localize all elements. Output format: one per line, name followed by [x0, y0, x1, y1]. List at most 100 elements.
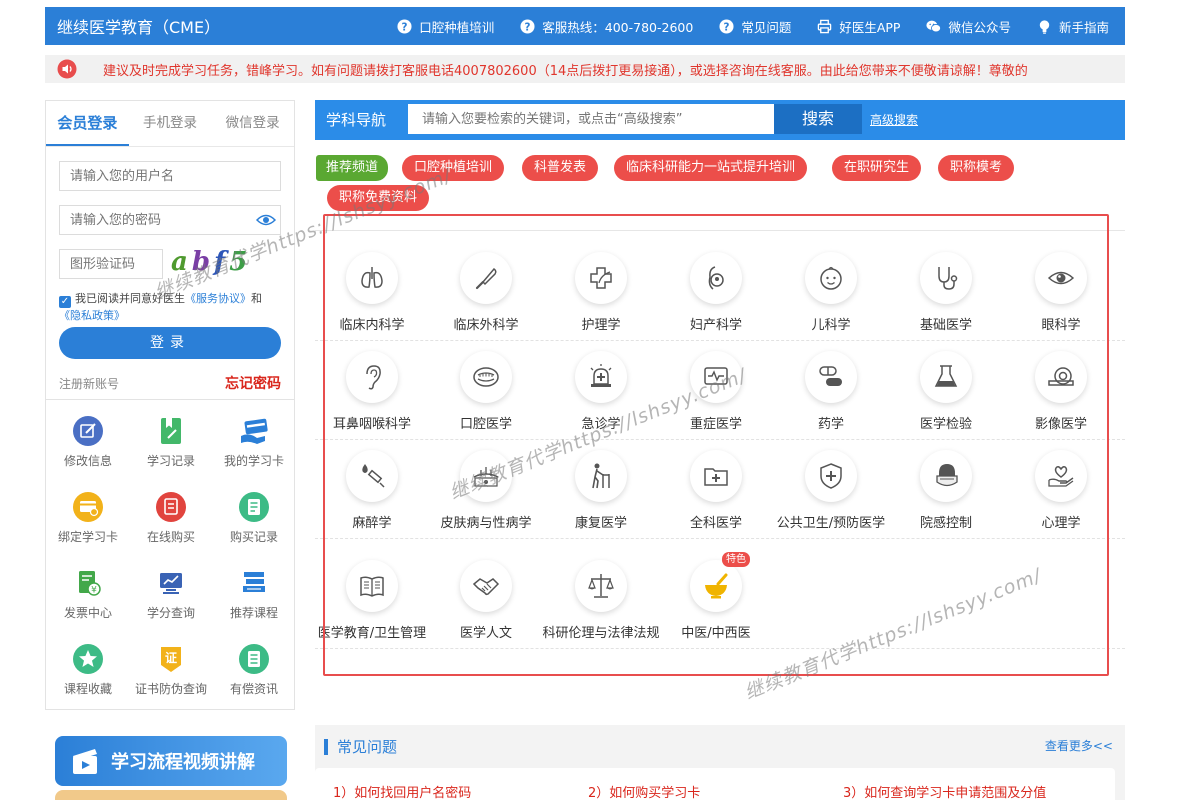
faq-item[interactable]: 2）如何购买学习卡 — [588, 782, 700, 800]
func-label: 修改信息 — [63, 454, 112, 468]
video-tutorial-banner[interactable]: 学习流程视频讲解 — [55, 736, 287, 786]
books-icon — [243, 572, 265, 592]
func-bind-card[interactable]: 绑定学习卡 — [46, 492, 130, 545]
svg-text:?: ? — [525, 21, 531, 33]
faq-title: 常见问题 — [337, 738, 398, 756]
nav-app[interactable]: 好医生APP — [817, 17, 900, 36]
advanced-search-link[interactable]: 高级搜索 — [870, 100, 918, 140]
channel-tag[interactable]: 在职研究生 — [832, 155, 922, 181]
register-link[interactable]: 注册新账号 — [59, 375, 119, 392]
channel-tag[interactable]: 口腔种植培训 — [402, 155, 505, 181]
func-label: 有偿资讯 — [229, 682, 278, 696]
func-label: 学分查询 — [146, 606, 195, 620]
speaker-icon — [57, 59, 77, 79]
star-icon — [73, 644, 103, 674]
edit-icon — [73, 416, 103, 446]
notice-text: 建议及时完成学习任务，错峰学习。如有问题请拨打客服电话4007802600（14… — [103, 63, 1028, 79]
svg-text:?: ? — [402, 21, 408, 33]
func-label: 购买记录 — [229, 530, 278, 544]
func-label: 学习记录 — [146, 454, 195, 468]
func-edit-info[interactable]: 修改信息 — [46, 416, 130, 469]
subject-nav-bar: 学科导航 搜索 高级搜索 — [315, 100, 1125, 140]
captcha-image[interactable]: abf5 — [171, 247, 281, 281]
nav-wechat[interactable]: 微信公众号 — [926, 17, 1011, 36]
nav-hotline[interactable]: ? 客服热线：400-780-2600 — [520, 17, 693, 36]
func-recommended-course[interactable]: 推荐课程 — [212, 568, 296, 621]
login-tabs: 会员登录 手机登录 微信登录 — [46, 101, 294, 147]
list-record-icon — [239, 492, 269, 522]
lightbulb-icon — [1039, 19, 1050, 34]
func-purchase-record[interactable]: 购买记录 — [212, 492, 296, 545]
channel-tag[interactable]: 科普发表 — [522, 155, 599, 181]
agree-checkbox[interactable]: ✓ — [59, 296, 71, 308]
captcha-char: b — [191, 247, 215, 277]
card-hand-icon — [241, 418, 268, 444]
and-text: 和 — [251, 292, 262, 305]
captcha-char: 5 — [229, 247, 252, 277]
nav-label: 新手指南 — [1058, 19, 1109, 35]
func-label: 推荐课程 — [229, 606, 278, 620]
paid-info-icon — [239, 644, 269, 674]
func-my-card[interactable]: 我的学习卡 — [212, 416, 296, 469]
tab-member-login[interactable]: 会员登录 — [46, 101, 129, 146]
login-button[interactable]: 登录 — [59, 327, 281, 359]
notice-bar: 建议及时完成学习任务，错峰学习。如有问题请拨打客服电话4007802600（14… — [45, 55, 1125, 83]
captcha-input[interactable] — [59, 249, 163, 279]
agreement-row: ✓ 我已阅读并同意好医生《服务协议》和 《隐私政策》 — [59, 291, 284, 323]
func-label: 在线购买 — [146, 530, 195, 544]
question-circle-icon: ? — [520, 18, 535, 34]
certificate-icon: 证 — [161, 647, 181, 672]
search-button[interactable]: 搜索 — [774, 104, 862, 134]
nav-label: 微信公众号 — [948, 19, 1011, 35]
channel-tag[interactable]: 临床科研能力一站式提升培训 — [614, 155, 808, 181]
nav-guide[interactable]: 新手指南 — [1037, 17, 1109, 36]
faq-item[interactable]: 1）如何找回用户名密码 — [333, 782, 471, 800]
func-certificate-check[interactable]: 证 证书防伪查询 — [129, 644, 213, 697]
func-label: 绑定学习卡 — [57, 530, 118, 544]
tab-wechat-login[interactable]: 微信登录 — [211, 101, 294, 146]
section-marker — [324, 739, 328, 755]
func-paid-info[interactable]: 有偿资讯 — [212, 644, 296, 697]
secondary-banner[interactable] — [55, 790, 287, 800]
video-tutorial-label: 学习流程视频讲解 — [111, 752, 255, 773]
service-agreement-link[interactable]: 《服务协议》 — [185, 292, 251, 305]
wechat-icon — [926, 20, 942, 32]
highlight-box — [323, 214, 1109, 676]
forgot-password-link[interactable]: 忘记密码 — [225, 373, 281, 393]
nav-label: 常见问题 — [741, 19, 792, 35]
nav-label: 口腔种植培训 — [419, 19, 495, 35]
channel-tag[interactable]: 职称模考 — [938, 155, 1015, 181]
svg-text:?: ? — [724, 21, 730, 33]
func-label: 课程收藏 — [63, 682, 112, 696]
func-course-favorites[interactable]: 课程收藏 — [46, 644, 130, 697]
svg-text:¥: ¥ — [91, 586, 97, 596]
nav-label: 客服热线：400-780-2600 — [542, 19, 694, 35]
func-credit-query[interactable]: 学分查询 — [129, 568, 213, 621]
search-input[interactable] — [408, 104, 774, 134]
func-online-buy[interactable]: 在线购买 — [129, 492, 213, 545]
nav-faq[interactable]: ? 常见问题 — [719, 17, 791, 36]
bookmark-edit-icon — [161, 418, 181, 444]
func-invoice[interactable]: ¥ 发票中心 — [46, 568, 130, 621]
username-input[interactable] — [59, 161, 281, 191]
svg-text:证: 证 — [165, 651, 177, 665]
func-label: 我的学习卡 — [223, 454, 284, 468]
show-password-eye-icon[interactable] — [256, 213, 276, 227]
func-study-record[interactable]: 学习记录 — [129, 416, 213, 469]
captcha-char: f — [214, 247, 230, 277]
captcha-char: a — [171, 247, 192, 277]
credit-query-icon — [160, 573, 182, 594]
privacy-policy-link[interactable]: 《隐私政策》 — [59, 309, 125, 322]
tab-phone-login[interactable]: 手机登录 — [129, 101, 212, 146]
faq-more-link[interactable]: 查看更多<< — [1045, 737, 1113, 754]
subject-nav-title: 学科导航 — [326, 111, 387, 129]
password-input[interactable] — [59, 205, 281, 235]
faq-item[interactable]: 3）如何查询学习卡申请范围及分值 — [843, 782, 1046, 800]
faq-list: 1）如何找回用户名密码 2）如何购买学习卡 3）如何查询学习卡申请范围及分值 — [315, 768, 1115, 800]
online-buy-icon — [156, 492, 186, 522]
channel-tag[interactable]: 职称免费资料 — [327, 185, 430, 211]
nav-dental-implant[interactable]: ? 口腔种植培训 — [397, 17, 494, 36]
invoice-icon: ¥ — [79, 571, 101, 596]
site-brand[interactable]: 继续医学教育（CME） — [45, 14, 220, 38]
bind-card-icon — [73, 492, 103, 522]
